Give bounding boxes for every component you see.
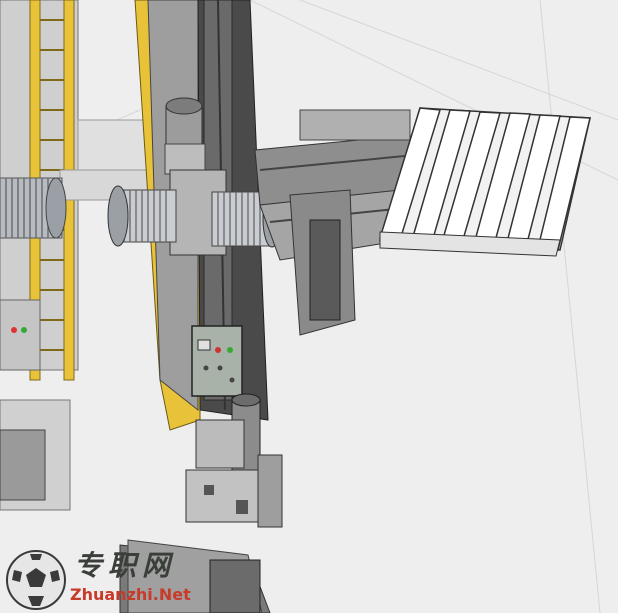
soccer-ball-globe-icon xyxy=(6,550,66,610)
cad-3d-scene[interactable] xyxy=(0,0,618,613)
top-motor xyxy=(164,97,206,175)
display-window xyxy=(197,339,211,351)
cad-viewport[interactable]: 专职网 Zhuanzhi.Net xyxy=(0,0,618,613)
selector-knob-icon[interactable] xyxy=(229,377,235,383)
selector-knob-icon[interactable] xyxy=(203,365,209,371)
stop-button-icon[interactable] xyxy=(215,347,221,353)
watermark-logo xyxy=(4,548,68,612)
left-drum xyxy=(0,177,67,239)
start-button-icon[interactable] xyxy=(227,347,233,353)
watermark-chinese-text: 专职网 xyxy=(74,549,177,582)
watermark-english-text: Zhuanzhi.Net xyxy=(70,585,191,604)
selector-knob-icon[interactable] xyxy=(217,365,223,371)
control-panel[interactable] xyxy=(191,325,243,397)
